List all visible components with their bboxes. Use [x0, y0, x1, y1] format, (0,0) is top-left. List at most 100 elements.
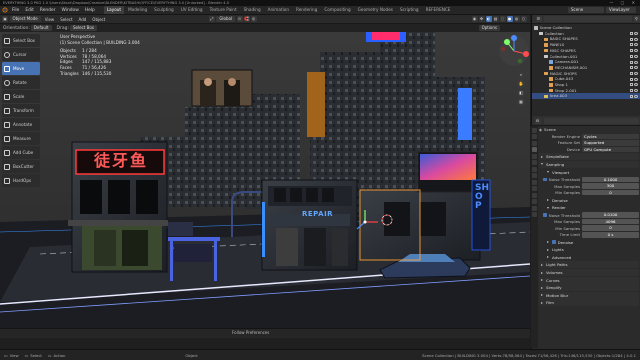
panel-header[interactable]: Curves	[539, 276, 639, 284]
proportional-edit-icon[interactable]: ◎	[250, 16, 257, 22]
tab-reference[interactable]: REFERENCE	[423, 6, 454, 14]
properties-tab-icon[interactable]	[532, 173, 537, 178]
navigation-gizmo[interactable]	[497, 34, 531, 68]
properties-tab-icon[interactable]	[532, 192, 537, 198]
menu-help[interactable]: Help	[82, 6, 98, 15]
tab-uv-editing[interactable]: UV Editing	[178, 6, 206, 14]
property-value-field[interactable]: 0	[582, 189, 639, 196]
menu-object[interactable]: Object	[89, 15, 108, 24]
visibility-eye-icon[interactable]	[634, 37, 638, 41]
menu-window[interactable]: Window	[59, 6, 82, 15]
visibility-eye-icon[interactable]	[634, 83, 638, 87]
menu-file[interactable]: File	[9, 6, 22, 15]
filter-icon[interactable]: ⚲	[633, 16, 640, 22]
tab-sculpting[interactable]: Sculpting	[151, 6, 177, 14]
tool-scale[interactable]: Scale	[2, 90, 40, 103]
device-dropdown[interactable]: GPU Compute	[582, 146, 639, 153]
properties-tab-icon[interactable]	[532, 153, 537, 159]
visibility-icon[interactable]: ◉	[471, 16, 478, 22]
visibility-eye-icon[interactable]	[634, 77, 638, 81]
panel-header[interactable]: Denoise	[539, 239, 639, 246]
panel-header[interactable]: Light Paths	[539, 261, 639, 269]
properties-tab-icon[interactable]	[532, 147, 537, 152]
property-value-field[interactable]: 0.0100	[582, 212, 639, 218]
visibility-eye-icon[interactable]	[634, 54, 638, 58]
gizmo-icon[interactable]: ✥	[478, 16, 485, 22]
feature-set-dropdown[interactable]: Supported	[582, 140, 639, 146]
property-value-field[interactable]: 0	[582, 225, 639, 231]
exclude-checkbox-icon[interactable]	[630, 77, 633, 81]
editor-type-icon[interactable]: ▣	[2, 16, 8, 22]
visibility-eye-icon[interactable]	[634, 71, 638, 75]
properties-tab-icon[interactable]	[532, 199, 537, 204]
visibility-eye-icon[interactable]	[634, 60, 638, 64]
shading-material-icon[interactable]: ◍	[513, 16, 520, 22]
properties-tab-icon[interactable]	[532, 140, 537, 146]
visibility-eye-icon[interactable]	[634, 94, 638, 98]
visibility-eye-icon[interactable]	[634, 43, 638, 47]
exclude-checkbox-icon[interactable]	[630, 60, 633, 64]
tab-animation[interactable]: Animation	[265, 6, 292, 14]
panel-header[interactable]: Render	[539, 204, 639, 211]
tool-move[interactable]: Move	[2, 62, 40, 75]
menu-view[interactable]: View	[42, 15, 58, 24]
tab-modeling[interactable]: Modeling	[125, 6, 150, 14]
properties-tab-icon[interactable]	[532, 179, 537, 185]
tab-shading[interactable]: Shading	[241, 6, 264, 14]
properties-tab-icon[interactable]	[532, 205, 537, 211]
properties-tab-icon[interactable]	[532, 186, 537, 191]
panel-header[interactable]: Denoise	[539, 197, 639, 204]
properties-tab-icon[interactable]	[532, 212, 537, 217]
exclude-checkbox-icon[interactable]	[630, 49, 633, 53]
follow-preferences-label[interactable]: Follow Preferences	[232, 330, 269, 335]
menu-add[interactable]: Add	[76, 15, 90, 24]
properties-tab-icon[interactable]	[532, 160, 537, 165]
snap-icon[interactable]: 🧲	[243, 16, 250, 22]
visibility-eye-icon[interactable]	[634, 32, 638, 36]
orientation-dropdown[interactable]: Default	[30, 25, 52, 31]
zoom-icon[interactable]: ⌕	[517, 71, 525, 79]
transform-orientation-icon[interactable]: ⤢	[208, 16, 215, 22]
property-value-field[interactable]: 0.1000	[582, 176, 639, 183]
scene-selector[interactable]: Scene	[568, 7, 604, 13]
view-layer-selector[interactable]: ViewLayer	[606, 7, 636, 13]
tool-hardops[interactable]: HardOps	[2, 174, 40, 187]
tool-cursor[interactable]: Cursor	[2, 48, 40, 61]
tab-scripting[interactable]: Scripting	[397, 6, 422, 14]
tool-rotate[interactable]: Rotate	[2, 76, 40, 89]
exclude-checkbox-icon[interactable]	[630, 94, 633, 98]
panel-header[interactable]: Lights	[539, 246, 639, 253]
exclude-checkbox-icon[interactable]	[630, 37, 633, 41]
xray-icon[interactable]: ▤	[492, 16, 499, 22]
tool-transform[interactable]: Transform	[2, 104, 40, 117]
menu-select[interactable]: Select	[57, 15, 75, 24]
tool-select-box[interactable]: Select Box	[2, 34, 40, 47]
visibility-eye-icon[interactable]	[634, 89, 638, 93]
properties-tab-icon[interactable]	[532, 134, 537, 139]
exclude-checkbox-icon[interactable]	[630, 71, 633, 75]
properties-tab-icon[interactable]	[532, 166, 537, 172]
tab-geometry-nodes[interactable]: Geometry Nodes	[355, 6, 396, 14]
panel-header[interactable]: Volumes	[539, 269, 639, 277]
exclude-checkbox-icon[interactable]	[630, 89, 633, 93]
visibility-eye-icon[interactable]	[634, 66, 638, 70]
shading-solid-icon[interactable]: ●	[506, 16, 513, 22]
properties-editor-icon[interactable]: ⚙	[534, 117, 541, 124]
shading-wireframe-icon[interactable]: ◌	[499, 16, 506, 22]
menu-edit[interactable]: Edit	[22, 6, 37, 15]
panel-header[interactable]: Motion Blur	[539, 291, 639, 299]
overlays-icon[interactable]: ◐	[485, 16, 492, 22]
outliner-search-input[interactable]	[544, 16, 632, 22]
exclude-checkbox-icon[interactable]	[630, 43, 633, 47]
properties-search-input[interactable]	[544, 117, 639, 124]
tool-add-cube[interactable]: Add Cube	[2, 146, 40, 159]
mode-dropdown[interactable]: Object Mode	[9, 16, 41, 22]
property-checkbox[interactable]	[543, 177, 547, 182]
drag-dropdown[interactable]: Select Box	[70, 25, 98, 31]
exclude-checkbox-icon[interactable]	[630, 83, 633, 87]
blender-logo-icon[interactable]	[0, 6, 9, 15]
tool-annotate[interactable]: Annotate	[2, 118, 40, 131]
property-checkbox[interactable]	[543, 213, 547, 217]
3d-viewport[interactable]: 徒牙鱼 REPAIR SHOP	[0, 32, 530, 328]
tab-texture-paint[interactable]: Texture Paint	[207, 6, 240, 14]
